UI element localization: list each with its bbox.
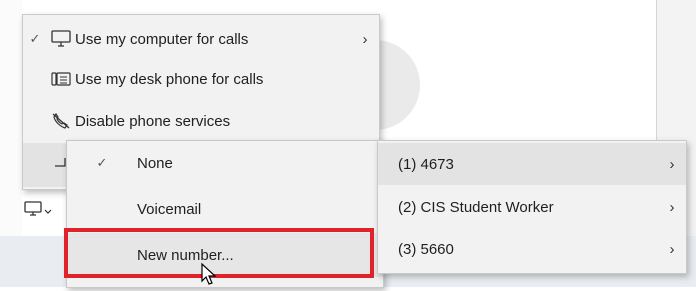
menu-item-label: (2) CIS Student Worker [398,198,554,216]
menu-item-number-2[interactable]: (2) CIS Student Worker › [378,187,686,227]
menu-item-label: Use my computer for calls [75,30,249,48]
menu-item-use-computer[interactable]: ✓ Use my computer for calls › [23,19,379,59]
check-icon: ✓ [29,31,41,46]
desk-phone-icon [47,70,75,88]
menu-item-none[interactable]: ✓ None [67,143,383,183]
phone-disabled-icon [47,112,75,130]
menu-item-use-desk-phone[interactable]: Use my desk phone for calls [23,59,379,99]
left-gutter [0,0,22,236]
menu-item-number-1[interactable]: (1) 4673 › [378,143,686,185]
menu-item-label: Voicemail [137,200,202,218]
chevron-right-icon: › [669,198,675,216]
menu-item-label: Use my desk phone for calls [75,70,264,88]
menu-item-number-3[interactable]: (3) 5660 › [378,229,686,269]
monitor-icon [24,200,42,222]
chevron-right-icon: › [669,155,675,173]
chevron-right-icon: › [362,30,368,48]
menu-item-disable-phone[interactable]: Disable phone services [23,101,379,141]
menu-item-label: Disable phone services [75,112,231,130]
menu-item-label: None [137,154,173,172]
menu-item-label: (3) 5660 [398,240,454,258]
phone-device-button[interactable] [24,198,64,224]
highlight-box [64,228,374,278]
chevron-right-icon: › [669,240,675,258]
chevron-down-icon [44,202,52,220]
menu-item-voicemail[interactable]: Voicemail [67,189,383,229]
menu-item-label: (1) 4673 [398,155,454,173]
check-icon: ✓ [96,155,108,170]
computer-icon [47,30,75,48]
numbers-submenu: (1) 4673 › (2) CIS Student Worker › (3) … [377,140,687,274]
